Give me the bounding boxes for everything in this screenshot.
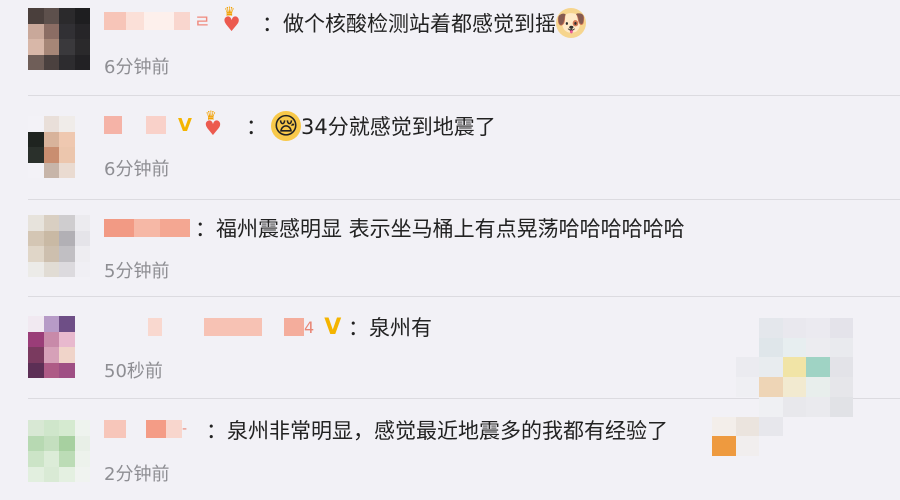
vip-v-icon: V	[178, 114, 192, 136]
comment-text: ：做个核酸检测站着都感觉到摇 🐶	[262, 8, 586, 38]
comment-item[interactable]: V ♛ ♥ ： 😪 34分就感觉到地震了 6分钟前	[0, 98, 900, 200]
timestamp: 5分钟前	[104, 261, 170, 282]
timestamp: 2分钟前	[104, 464, 170, 485]
username[interactable]: ㄹ ♛ ♥	[104, 5, 247, 36]
vip-v-icon: V	[324, 314, 342, 340]
username[interactable]	[104, 213, 190, 243]
username[interactable]: -	[104, 414, 187, 444]
divider	[28, 296, 900, 297]
comment-item[interactable]: ㄹ ♛ ♥ ：做个核酸检测站着都感觉到摇 🐶 6分钟前	[0, 0, 900, 100]
comment-text: ： 😪 34分就感觉到地震了	[246, 111, 496, 141]
pixelated-overlay	[712, 298, 900, 456]
crown-heart-badge-icon: ♛ ♥	[203, 109, 222, 140]
dog-emoji-icon: 🐶	[556, 8, 586, 38]
username[interactable]: 4 V	[104, 312, 341, 342]
timestamp: 6分钟前	[104, 57, 170, 78]
timestamp: 6分钟前	[104, 159, 170, 180]
avatar[interactable]	[28, 116, 90, 178]
username-fragment: -	[182, 421, 188, 437]
username[interactable]: V ♛ ♥	[104, 109, 228, 140]
avatar[interactable]	[28, 420, 90, 482]
comment-item[interactable]: ：福州震感明显 表示坐马桶上有点晃荡哈哈哈哈哈哈 5分钟前	[0, 200, 900, 300]
sleepy-emoji-icon: 😪	[271, 111, 301, 141]
avatar[interactable]	[28, 8, 90, 70]
username-fragment: ㄹ	[194, 12, 211, 33]
avatar[interactable]	[28, 215, 90, 277]
comment-text: ：泉州有	[348, 316, 432, 340]
divider	[28, 95, 900, 96]
crown-heart-badge-icon: ♛ ♥	[222, 5, 241, 36]
avatar[interactable]	[28, 316, 90, 378]
comment-text: ：福州震感明显 表示坐马桶上有点晃荡哈哈哈哈哈哈	[195, 217, 685, 241]
timestamp: 50秒前	[104, 361, 163, 382]
comment-text: ：泉州非常明显，感觉最近地震多的我都有经验了	[206, 419, 668, 443]
username-fragment: 4	[304, 317, 315, 337]
